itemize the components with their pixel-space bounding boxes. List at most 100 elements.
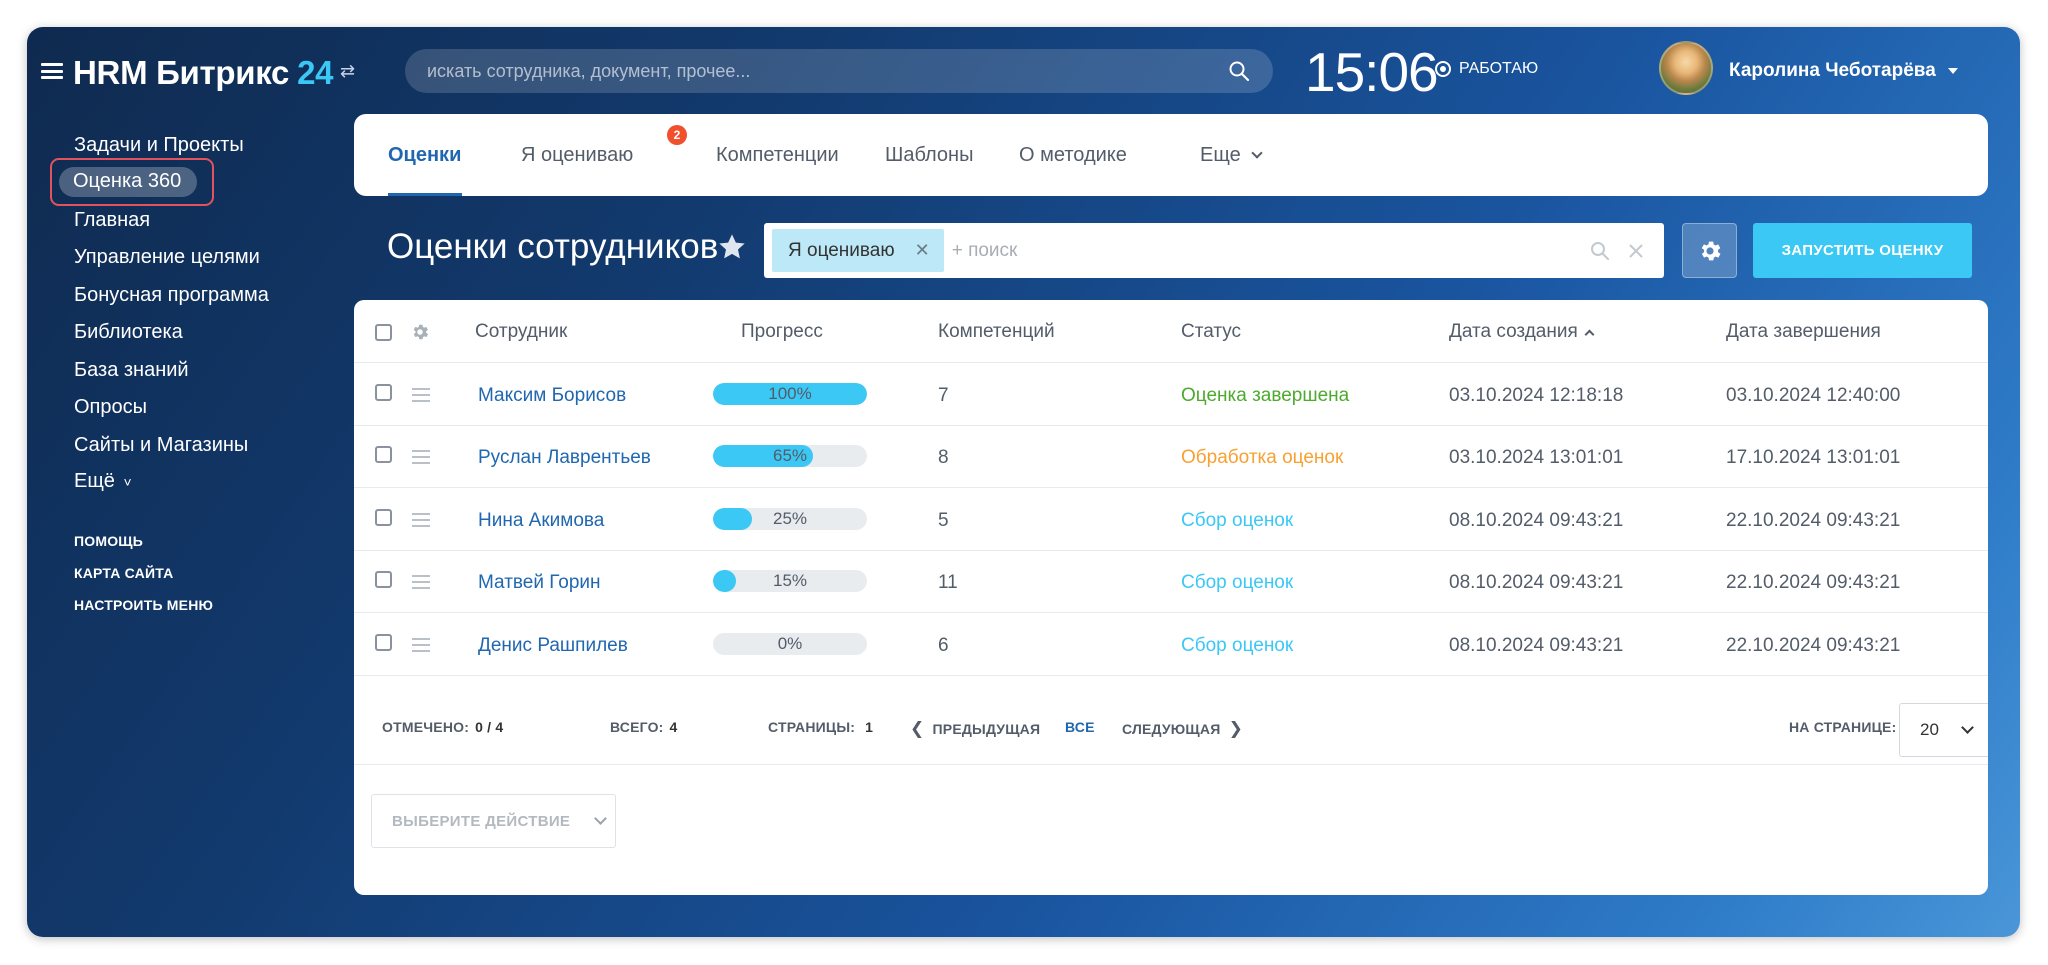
row-checkbox[interactable] — [375, 446, 392, 463]
work-status-label: РАБОТАЮ — [1459, 60, 1539, 77]
settings-button[interactable] — [1682, 223, 1737, 278]
column-header-progress[interactable]: Прогресс — [741, 321, 823, 343]
tab-competencies[interactable]: Компетенции — [716, 144, 839, 167]
created-date: 08.10.2024 09:43:21 — [1449, 572, 1624, 593]
select-action-dropdown[interactable]: ВЫБЕРИТЕ ДЕЙСТВИЕ — [371, 794, 616, 848]
table-row[interactable]: Матвей Горин 15% 11 Сбор оценок 08.10.20… — [354, 551, 1988, 613]
clock: 15:06 — [1305, 41, 1439, 103]
sidebar-link-help[interactable]: ПОМОЩЬ — [74, 533, 143, 549]
progress-label: 25% — [772, 509, 808, 528]
search-input[interactable] — [427, 60, 1227, 82]
created-date: 03.10.2024 12:18:18 — [1449, 385, 1624, 406]
run-evaluation-button[interactable]: ЗАПУСТИТЬ ОЦЕНКУ — [1753, 223, 1972, 278]
sidebar-item-home[interactable]: Главная — [74, 209, 150, 232]
logo-number: 24 — [297, 54, 334, 91]
filter-chip[interactable]: Я оцениваю ✕ — [772, 229, 944, 272]
progress-bar: 0% — [713, 633, 867, 655]
filter-search: Я оцениваю ✕ — [764, 223, 1664, 278]
menu-icon[interactable] — [41, 63, 63, 79]
tab-templates[interactable]: Шаблоны — [885, 144, 973, 167]
sidebar-item-sites[interactable]: Сайты и Магазины — [74, 434, 248, 457]
sidebar-item-360[interactable]: Оценка 360 — [73, 170, 181, 193]
work-status-button[interactable]: РАБОТАЮ — [1435, 60, 1538, 78]
sidebar-item-knowledge[interactable]: База знаний — [74, 359, 189, 382]
sidebar-item-surveys[interactable]: Опросы — [74, 396, 147, 419]
competencies-count: 8 — [938, 447, 949, 468]
sidebar-item-more-label: Ещё — [74, 470, 115, 492]
column-header-status[interactable]: Статус — [1181, 321, 1241, 343]
select-all-checkbox[interactable] — [375, 324, 392, 341]
sidebar-item-tasks[interactable]: Задачи и Проекты — [74, 134, 244, 157]
drag-handle-icon[interactable] — [412, 575, 430, 593]
tab-evaluations[interactable]: Оценки — [388, 144, 461, 167]
finished-date: 03.10.2024 12:40:00 — [1726, 385, 1901, 406]
per-page-value: 20 — [1920, 720, 1939, 739]
sidebar-item-more[interactable]: Ещё ˅ — [74, 470, 132, 493]
table-row[interactable]: Руслан Лаврентьев 65% 8 Обработка оценок… — [354, 426, 1988, 488]
progress-bar: 100% — [713, 383, 867, 405]
close-icon[interactable]: ✕ — [915, 240, 930, 261]
search-icon[interactable] — [1227, 59, 1251, 83]
progress-bar: 65% — [713, 445, 867, 467]
avatar[interactable] — [1659, 41, 1713, 95]
pages-info: СТРАНИЦЫ: 1 — [768, 719, 873, 735]
prev-page-link[interactable]: ❮ ПРЕДЫДУЩАЯ — [910, 719, 1040, 739]
sidebar-link-configure-menu[interactable]: НАСТРОИТЬ МЕНЮ — [74, 597, 213, 613]
pages-value: 1 — [865, 719, 874, 735]
filter-input[interactable] — [951, 239, 1588, 262]
global-search — [405, 49, 1273, 93]
column-header-employee[interactable]: Сотрудник — [475, 321, 567, 343]
marked-count: ОТМЕЧЕНО: 0 / 4 — [382, 719, 503, 735]
sidebar-link-sitemap[interactable]: КАРТА САЙТА — [74, 565, 173, 581]
drag-handle-icon[interactable] — [412, 638, 430, 656]
close-icon[interactable] — [1624, 239, 1648, 263]
user-menu[interactable]: Каролина Чеботарёва — [1729, 60, 1958, 82]
drag-handle-icon[interactable] — [412, 513, 430, 531]
tab-methodology[interactable]: О методике — [1019, 144, 1127, 167]
sidebar-item-library[interactable]: Библиотека — [74, 321, 183, 344]
sidebar-item-bonus[interactable]: Бонусная программа — [74, 284, 269, 307]
record-icon — [1435, 61, 1451, 77]
status-text: Оценка завершена — [1181, 385, 1350, 406]
row-checkbox[interactable] — [375, 571, 392, 588]
column-header-created[interactable]: Дата создания — [1449, 321, 1595, 343]
competencies-count: 6 — [938, 635, 949, 656]
table-row[interactable]: Денис Рашпилев 0% 6 Сбор оценок 08.10.20… — [354, 613, 1988, 676]
drag-handle-icon[interactable] — [412, 450, 430, 468]
row-checkbox[interactable] — [375, 384, 392, 401]
sort-asc-icon — [1584, 329, 1595, 340]
tab-i-evaluate[interactable]: Я оцениваю — [521, 144, 633, 167]
table-row[interactable]: Максим Борисов 100% 7 Оценка завершена 0… — [354, 363, 1988, 426]
employee-name[interactable]: Денис Рашпилев — [478, 635, 628, 657]
app-logo[interactable]: HRM Битрикс 24 — [73, 54, 333, 92]
employee-name[interactable]: Руслан Лаврентьев — [478, 447, 651, 469]
total-value: 4 — [669, 719, 678, 735]
employee-name[interactable]: Нина Акимова — [478, 510, 604, 532]
tab-more-label: Еще — [1200, 144, 1241, 166]
row-checkbox[interactable] — [375, 509, 392, 526]
per-page-select[interactable]: 20 — [1899, 703, 1988, 757]
finished-date: 22.10.2024 09:43:21 — [1726, 510, 1901, 531]
chevron-right-icon: ❯ — [1228, 719, 1244, 738]
gear-icon[interactable] — [410, 322, 430, 342]
search-icon[interactable] — [1588, 239, 1612, 263]
star-icon[interactable] — [716, 231, 748, 263]
employee-name[interactable]: Максим Борисов — [478, 385, 626, 407]
all-pages-link[interactable]: ВСЕ — [1065, 719, 1095, 735]
row-checkbox[interactable] — [375, 634, 392, 651]
grid-pager: ОТМЕЧЕНО: 0 / 4 ВСЕГО: 4 СТРАНИЦЫ: 1 ❮ ПРЕД… — [354, 688, 1988, 765]
drag-handle-icon[interactable] — [412, 388, 430, 406]
switch-icon[interactable]: ⇄ — [340, 61, 355, 82]
app-window: HRM Битрикс24 ⇄ 15:06 РАБОТАЮ Каролина Ч… — [27, 27, 2020, 937]
employee-name[interactable]: Матвей Горин — [478, 572, 601, 594]
table-row[interactable]: Нина Акимова 25% 5 Сбор оценок 08.10.202… — [354, 488, 1988, 551]
tab-more[interactable]: Еще — [1200, 144, 1263, 167]
column-header-finished[interactable]: Дата завершения — [1726, 321, 1881, 343]
competencies-count: 11 — [938, 572, 958, 593]
sidebar-item-goals[interactable]: Управление целями — [74, 246, 260, 269]
sidebar-item-360-highlight[interactable]: Оценка 360 — [50, 158, 214, 206]
filter-chip-label: Я оцениваю — [788, 239, 895, 261]
chevron-down-icon — [1961, 720, 1974, 734]
next-page-link[interactable]: СЛЕДУЮЩАЯ ❯ — [1122, 719, 1243, 739]
column-header-competencies[interactable]: Компетенций — [938, 321, 1055, 343]
